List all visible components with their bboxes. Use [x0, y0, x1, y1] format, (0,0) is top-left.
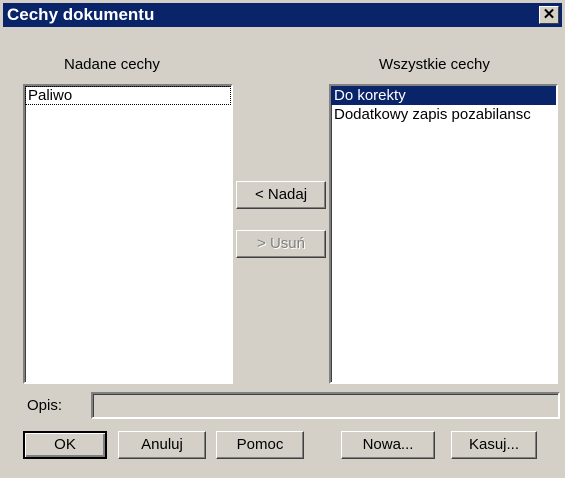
- window-title: Cechy dokumentu: [7, 5, 155, 24]
- close-icon: ✕: [542, 6, 556, 23]
- cancel-button[interactable]: Anuluj: [118, 431, 206, 459]
- description-field[interactable]: [91, 392, 560, 419]
- remove-button[interactable]: > Usuń: [236, 230, 326, 258]
- close-button[interactable]: ✕: [539, 6, 559, 24]
- delete-button[interactable]: Kasuj...: [451, 431, 537, 459]
- assigned-features-list[interactable]: Paliwo: [23, 84, 233, 384]
- all-features-label: Wszystkie cechy: [379, 56, 490, 73]
- description-label: Opis:: [27, 397, 63, 414]
- help-button[interactable]: Pomoc: [216, 431, 304, 459]
- assigned-features-label: Nadane cechy: [64, 56, 160, 73]
- ok-button[interactable]: OK: [23, 431, 107, 459]
- all-features-list[interactable]: Do korekty Dodatkowy zapis pozabilansc: [329, 84, 558, 384]
- title-bar: Cechy dokumentu ✕: [3, 3, 562, 27]
- list-item-do-korekty[interactable]: Do korekty: [331, 86, 556, 105]
- list-item-dodatkowy-zapis[interactable]: Dodatkowy zapis pozabilansc: [331, 105, 556, 124]
- new-button[interactable]: Nowa...: [341, 431, 435, 459]
- list-item-paliwo[interactable]: Paliwo: [25, 86, 231, 105]
- assign-button[interactable]: < Nadaj: [236, 181, 326, 209]
- dialog-window: Cechy dokumentu ✕ Nadane cechy Wszystkie…: [0, 0, 565, 478]
